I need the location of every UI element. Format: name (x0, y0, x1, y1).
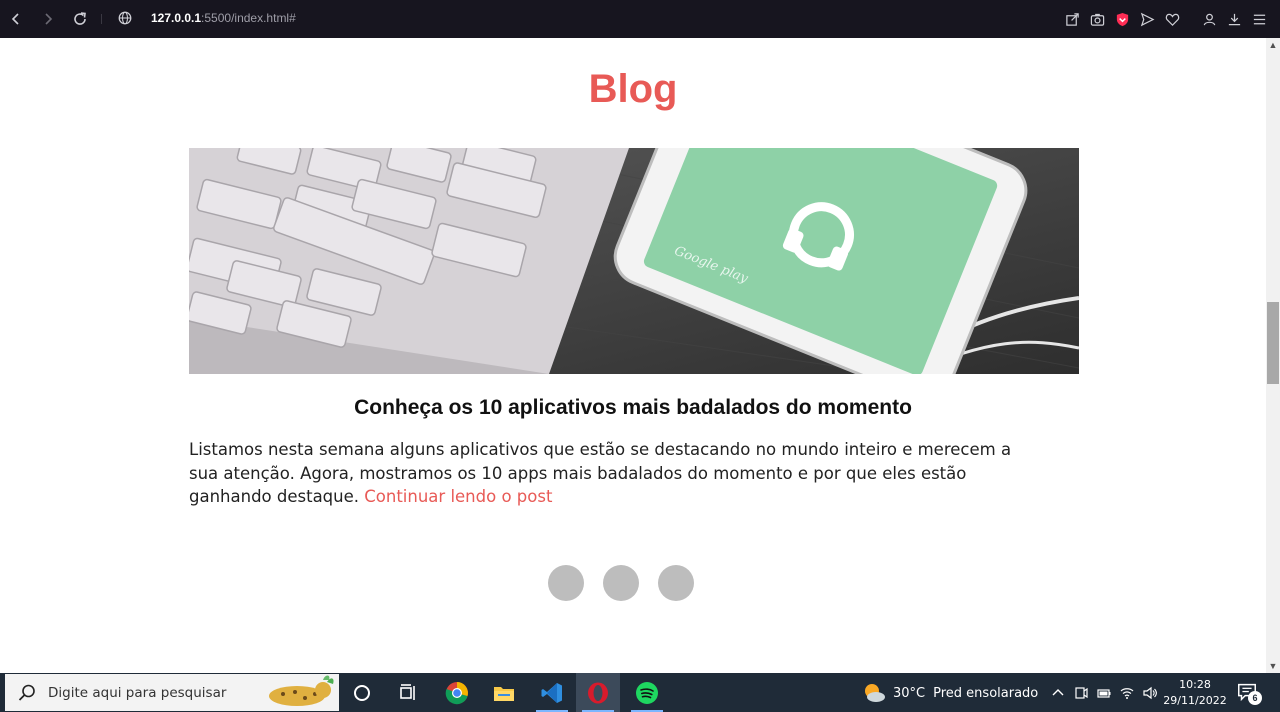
menu-icon[interactable] (1247, 9, 1272, 29)
chevron-up-icon[interactable] (1046, 683, 1069, 703)
reload-icon[interactable] (68, 7, 92, 31)
url-path: :5500/index.html# (201, 11, 296, 25)
clock-time: 10:28 (1179, 678, 1211, 691)
volume-icon[interactable] (1138, 683, 1161, 703)
page-title: Blog (588, 67, 678, 111)
scroll-down-icon[interactable]: ▼ (1266, 659, 1280, 673)
meet-now-icon[interactable] (1069, 683, 1092, 703)
post-excerpt: Listamos nesta semana alguns aplicativos… (189, 438, 1039, 509)
battery-icon[interactable] (1092, 683, 1115, 703)
wifi-icon[interactable] (1115, 683, 1138, 703)
task-view-icon[interactable] (386, 673, 430, 712)
send-icon[interactable] (1135, 9, 1160, 29)
post-image: Google play (189, 148, 1079, 374)
scrollbar[interactable]: ▲ ▼ (1266, 38, 1280, 673)
opera-icon[interactable] (576, 673, 620, 712)
share-icon[interactable] (1060, 9, 1085, 29)
url-host: 127.0.0.1 (151, 11, 202, 25)
windows-taskbar: Digite aqui para pesquisar 30°C Pred ens… (0, 673, 1280, 712)
carousel-dots (548, 565, 694, 601)
page-content: Blog Google play Conheça os 10 aplicativ… (0, 38, 1266, 673)
forward-icon[interactable] (36, 7, 60, 31)
weather-description: Pred ensolarado (933, 685, 1039, 701)
search-icon (18, 684, 35, 701)
continue-reading-link[interactable]: Continuar lendo o post (364, 487, 552, 506)
taskbar-clock[interactable]: 10:28 29/11/2022 (1160, 677, 1230, 709)
back-icon[interactable] (4, 7, 28, 31)
toolbar-gap (1185, 9, 1197, 29)
vscode-icon[interactable] (530, 673, 574, 712)
post-title: Conheça os 10 aplicativos mais badalados… (354, 396, 912, 419)
toolbar-actions (1060, 9, 1272, 29)
search-highlight-illustration (261, 674, 337, 711)
address-bar[interactable]: 127.0.0.1:5500/index.html# (151, 11, 296, 25)
camera-icon[interactable] (1085, 9, 1110, 29)
carousel-dot[interactable] (658, 565, 694, 601)
spotify-icon[interactable] (625, 673, 669, 712)
file-explorer-icon[interactable] (482, 673, 526, 712)
notification-center[interactable]: 6 (1236, 681, 1262, 705)
chrome-icon[interactable] (435, 673, 479, 712)
cortana-icon[interactable] (340, 673, 384, 712)
search-placeholder: Digite aqui para pesquisar (48, 684, 227, 701)
download-icon[interactable] (1222, 9, 1247, 29)
carousel-dot[interactable] (548, 565, 584, 601)
weather-temperature: 30°C (893, 685, 926, 701)
taskbar-search[interactable]: Digite aqui para pesquisar (5, 674, 339, 711)
carousel-dot[interactable] (603, 565, 639, 601)
account-icon[interactable] (1197, 9, 1222, 29)
browser-toolbar: 127.0.0.1:5500/index.html# (0, 0, 1280, 38)
weather-widget[interactable]: 30°C Pred ensolarado (862, 681, 1038, 705)
notification-count-badge: 6 (1248, 691, 1262, 705)
toolbar-separator (101, 14, 102, 24)
shield-icon[interactable] (1110, 9, 1135, 29)
sun-cloud-icon (865, 684, 885, 702)
heart-icon[interactable] (1160, 9, 1185, 29)
scroll-thumb[interactable] (1267, 302, 1279, 384)
system-tray (1046, 683, 1161, 703)
scroll-up-icon[interactable]: ▲ (1266, 38, 1280, 52)
post-excerpt-text: Listamos nesta semana alguns aplicativos… (189, 440, 1012, 506)
site-info-icon[interactable] (117, 10, 135, 28)
clock-date: 29/11/2022 (1163, 694, 1227, 707)
